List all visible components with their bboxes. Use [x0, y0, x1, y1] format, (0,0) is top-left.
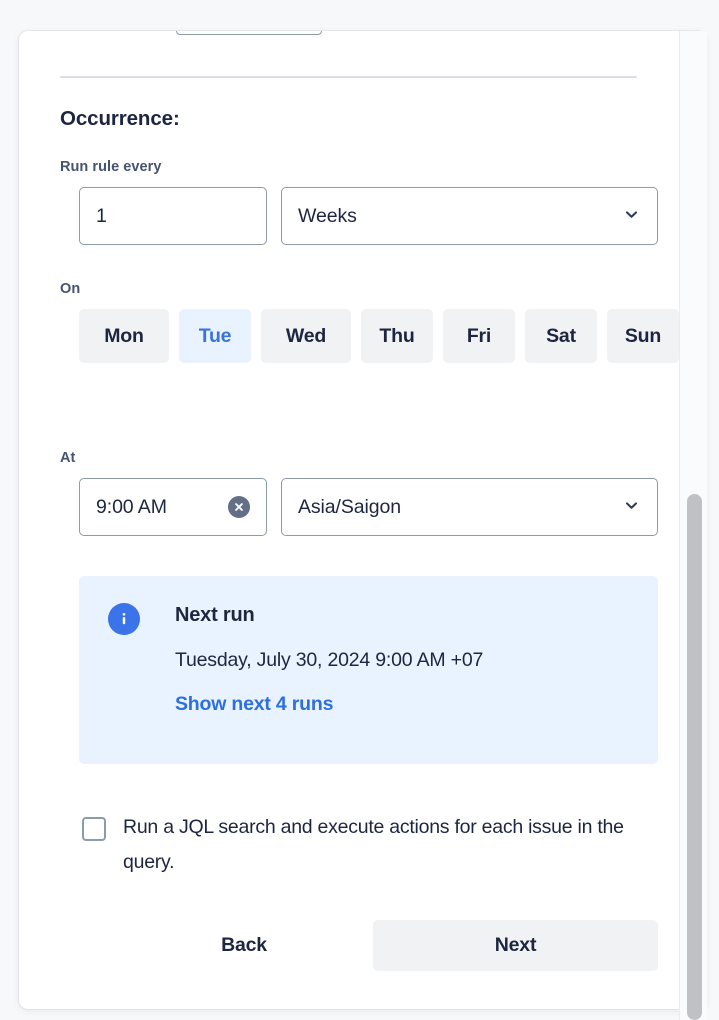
- info-circle-icon: [108, 603, 140, 635]
- day-chip-wed[interactable]: Wed: [261, 309, 351, 363]
- timezone-select[interactable]: Asia/Saigon: [281, 478, 658, 536]
- next-run-datetime: Tuesday, July 30, 2024 9:00 AM +07: [175, 649, 484, 671]
- screen: Occurrence: Run rule every 1 Weeks On Mo…: [0, 0, 719, 1020]
- vertical-scrollbar-thumb[interactable]: [687, 494, 702, 1020]
- jql-checkbox[interactable]: [82, 817, 106, 841]
- timezone-value: Asia/Saigon: [298, 495, 401, 518]
- page-title: Occurrence:: [60, 107, 180, 130]
- day-chip-sun[interactable]: Sun: [607, 309, 679, 363]
- clear-circle-icon[interactable]: [228, 496, 250, 518]
- show-next-runs-link[interactable]: Show next 4 runs: [175, 693, 333, 716]
- section-divider: [60, 76, 637, 78]
- back-button[interactable]: Back: [184, 920, 304, 971]
- next-run-info-panel: Next run Tuesday, July 30, 2024 9:00 AM …: [79, 576, 658, 764]
- time-input[interactable]: 9:00 AM: [79, 478, 267, 536]
- next-run-title: Next run: [175, 604, 255, 626]
- jql-checkbox-label[interactable]: Run a JQL search and execute actions for…: [123, 810, 677, 880]
- time-value: 9:00 AM: [96, 495, 167, 518]
- day-chip-thu[interactable]: Thu: [361, 309, 433, 363]
- interval-unit-select[interactable]: Weeks: [281, 187, 658, 245]
- chevron-down-icon: [624, 207, 639, 222]
- next-button[interactable]: Next: [373, 920, 658, 971]
- run-rule-every-label: Run rule every: [60, 159, 162, 175]
- at-label: At: [60, 450, 76, 466]
- interval-unit-value: Weeks: [298, 204, 357, 227]
- day-chip-tue[interactable]: Tue: [179, 309, 251, 363]
- day-chip-sat[interactable]: Sat: [525, 309, 597, 363]
- on-label: On: [60, 281, 81, 297]
- interval-input[interactable]: 1: [79, 187, 267, 245]
- occurrence-dialog-card: Occurrence: Run rule every 1 Weeks On Mo…: [19, 31, 706, 1009]
- chevron-down-icon: [624, 498, 639, 513]
- vertical-scrollbar-track[interactable]: [679, 31, 707, 1020]
- interval-value: 1: [96, 204, 107, 227]
- day-chip-mon[interactable]: Mon: [79, 309, 169, 363]
- day-of-week-selector: Mon Tue Wed Thu Fri Sat Sun: [79, 309, 679, 363]
- day-chip-fri[interactable]: Fri: [443, 309, 515, 363]
- cutoff-input-above[interactable]: [176, 31, 322, 35]
